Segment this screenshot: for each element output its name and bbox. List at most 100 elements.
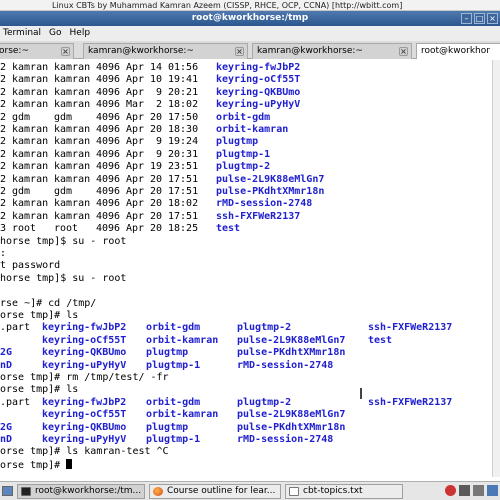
file-size: 4096 — [96, 210, 121, 222]
command-text: orse tmp]# rm /tmp/test/ -fr — [0, 372, 169, 383]
tab-bar: orse:~ × kamran@kworkhorse:~ × kamran@kw… — [0, 41, 500, 59]
dir-name: keyring-oCf55T — [216, 74, 301, 86]
tab-label: kamran@kworkhorse:~ — [257, 46, 363, 56]
mod-day: 20 — [150, 186, 163, 197]
ls-entry: .part — [0, 322, 31, 334]
file-size: 4096 — [96, 173, 121, 185]
dir-name: keyring-fwJbP2 — [216, 62, 301, 73]
ls-entry: plugtmp-1 — [146, 434, 201, 445]
file-group: kamran — [54, 136, 91, 148]
tab-2[interactable]: kamran@kworkhorse:~ × — [83, 43, 248, 59]
ls-entry: pulse-2L9K88eMlGn7 — [237, 334, 346, 346]
terminal-output[interactable]: 2 kamran kamran 4096 Apr 14 01:56 keyring-fwJbP… — [0, 60, 500, 477]
window-controls: – □ × — [461, 13, 498, 24]
dir-name: orbit-kamran — [216, 124, 289, 135]
mod-time: 19:24 — [168, 136, 199, 148]
error-text: t password — [0, 260, 61, 272]
link-count: 3 — [0, 223, 7, 235]
mod-month: Apr — [126, 111, 145, 123]
update-icon[interactable] — [445, 485, 456, 496]
ls-entry: orbit-kamran — [146, 334, 219, 346]
ls-entry: keyring-fwJbP2 — [42, 322, 127, 334]
ls-entry: plugtmp — [146, 421, 189, 433]
tab-close-icon[interactable]: × — [399, 47, 408, 56]
ls-entry: keyring-fwJbP2 — [42, 396, 127, 408]
file-owner: kamran — [12, 198, 49, 210]
file-owner: kamran — [12, 161, 49, 173]
mod-month: Apr — [126, 198, 145, 210]
text-cursor-icon — [360, 388, 362, 399]
taskbar-browser[interactable]: Course outline for lear... — [149, 484, 281, 499]
task-label: root@kworkhorse:/tm... — [35, 486, 142, 496]
mod-month: Apr — [126, 148, 145, 160]
video-caption-bar: Linux CBTs by Muhammad Kamran Azeem (CIS… — [0, 0, 500, 11]
mod-time: 18:25 — [168, 223, 199, 235]
ls-entry: keyring-QKBUmo — [42, 421, 127, 433]
tab-close-icon[interactable]: × — [235, 47, 244, 56]
ls-entry: keyring-uPyHyV — [42, 359, 127, 371]
taskbar-terminal[interactable]: root@kworkhorse:/tm... — [17, 484, 145, 499]
tab-1[interactable]: orse:~ × — [0, 43, 74, 59]
mod-time: 01:56 — [168, 62, 199, 73]
dir-name: pulse-2L9K88eMlGn7 — [216, 173, 325, 185]
tab-close-icon[interactable]: × — [61, 47, 70, 56]
menu-help[interactable]: Help — [70, 26, 91, 41]
mod-time: 18:02 — [168, 99, 199, 111]
tab-4-active[interactable]: root@kworkhor — [416, 43, 500, 59]
workspace-icon[interactable] — [487, 485, 498, 496]
file-group: gdm — [54, 186, 73, 197]
maximize-button[interactable]: □ — [474, 13, 485, 24]
mod-day: 2 — [150, 99, 163, 111]
file-owner: kamran — [12, 74, 49, 86]
ls-entry: rMD-session-2748 — [237, 434, 334, 445]
ls-entry: plugtmp — [146, 347, 189, 359]
file-size: 4096 — [96, 99, 121, 111]
file-group: kamran — [54, 99, 91, 111]
file-group: kamran — [54, 198, 91, 210]
minimize-button[interactable]: – — [461, 13, 472, 24]
mod-time: 17:50 — [168, 111, 199, 123]
taskbar-editor[interactable]: cbt-topics.txt — [285, 484, 403, 499]
window-titlebar[interactable]: root@kworkhorse:/tmp – □ × — [0, 11, 500, 26]
mod-month: Apr — [126, 161, 145, 173]
file-group: kamran — [54, 173, 91, 185]
file-size: 4096 — [96, 111, 121, 123]
link-count: 2 — [0, 198, 7, 210]
prompt-text: orse tmp]# — [0, 459, 67, 471]
menu-go[interactable]: Go — [49, 26, 61, 41]
file-owner: kamran — [12, 99, 49, 111]
tab-3[interactable]: kamran@kworkhorse:~ × — [252, 43, 412, 59]
mod-day: 9 — [150, 148, 163, 160]
terminal-scrollbar[interactable] — [492, 60, 500, 477]
dir-name: pulse-PKdhtXMmr18n — [216, 186, 325, 197]
command-text: horse tmp]$ su - root — [0, 272, 127, 284]
mod-month: Apr — [126, 223, 145, 235]
link-count: 2 — [0, 161, 7, 173]
file-group: kamran — [54, 148, 91, 160]
file-size: 4096 — [96, 161, 121, 173]
mod-month: Apr — [126, 186, 145, 197]
mod-day: 19 — [150, 161, 163, 173]
dir-name: rMD-session-2748 — [216, 198, 313, 210]
file-group: kamran — [54, 161, 91, 173]
show-desktop-icon[interactable] — [2, 486, 13, 496]
network-icon[interactable] — [459, 485, 470, 496]
file-size: 4096 — [96, 124, 121, 135]
ls-entry: .part — [0, 396, 31, 408]
mod-day: 20 — [150, 124, 163, 135]
mod-month: Apr — [126, 210, 145, 222]
mod-month: Apr — [126, 124, 145, 135]
file-size: 4096 — [96, 186, 121, 197]
volume-icon[interactable] — [473, 485, 484, 496]
file-group: kamran — [54, 62, 91, 73]
mod-time: 17:51 — [168, 210, 199, 222]
command-text: orse tmp]# ls kamran-test ^C — [0, 446, 169, 458]
ls-entry: orbit-gdm — [146, 396, 201, 408]
mod-time: 18:30 — [168, 124, 199, 135]
close-window-button[interactable]: × — [487, 13, 498, 24]
mod-day: 9 — [150, 86, 163, 98]
mod-time: 17:51 — [168, 186, 199, 197]
file-size: 4096 — [96, 223, 121, 235]
menu-terminal[interactable]: Terminal — [3, 26, 41, 41]
terminal-cursor — [66, 458, 73, 469]
